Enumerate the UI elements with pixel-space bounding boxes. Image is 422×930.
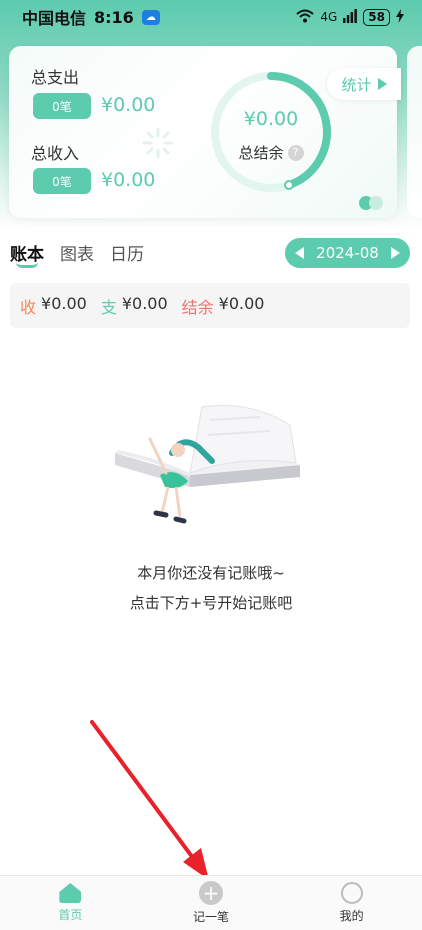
summary-card: 总支出 0笔 ¥0.00 总收入 0笔 ¥0.00 ¥0.00 总结余 ? 统计 xyxy=(9,46,401,218)
income-amount: ¥0.00 xyxy=(101,169,156,191)
month-summary-strip: 收 ¥0.00 支 ¥0.00 结余 ¥0.00 xyxy=(10,283,410,328)
total-expense-label: 总支出 xyxy=(31,68,80,87)
view-tabs: 账本 图表 日历 xyxy=(10,240,144,268)
balance-value: ¥0.00 xyxy=(218,293,265,313)
nav-profile-label: 我的 xyxy=(339,909,364,923)
nav-add-record[interactable]: + 记一笔 xyxy=(141,876,282,930)
home-icon xyxy=(59,883,82,903)
status-bar: 中国电信 8:16 ☁ 4G 58 xyxy=(0,0,422,34)
battery-level: 58 xyxy=(363,8,390,26)
next-card-peek[interactable] xyxy=(407,46,422,218)
cloud-app-icon: ☁ xyxy=(141,9,160,25)
tab-charts[interactable]: 图表 xyxy=(60,240,94,265)
network-type: 4G xyxy=(320,10,338,24)
nav-add-label: 记一笔 xyxy=(193,910,230,924)
wifi-icon xyxy=(296,9,315,26)
empty-state-illustration xyxy=(115,404,300,524)
status-right: 4G 58 xyxy=(296,8,404,26)
active-tab-indicator xyxy=(16,262,38,268)
next-month-icon[interactable] xyxy=(391,247,400,259)
balance-ring xyxy=(211,72,331,192)
nav-home-label: 首页 xyxy=(58,908,83,922)
empty-state-line2: 点击下方+号开始记账吧 xyxy=(129,594,293,612)
tab-ledger[interactable]: 账本 xyxy=(10,240,44,268)
nav-home[interactable]: 首页 xyxy=(0,876,141,930)
month-expense: 支 ¥0.00 xyxy=(101,294,168,318)
month-balance: 结余 ¥0.00 xyxy=(182,294,265,318)
income-count-badge: 0笔 xyxy=(33,168,91,194)
balance-key: 结余 xyxy=(181,297,214,317)
current-month[interactable]: 2024-08 xyxy=(316,244,379,262)
status-left: 中国电信 8:16 ☁ xyxy=(22,5,160,29)
expense-count-badge: 0笔 xyxy=(33,93,91,119)
balance-amount: ¥0.00 xyxy=(243,108,299,130)
income-key: 收 xyxy=(20,297,37,317)
profile-icon xyxy=(340,882,363,904)
tab-calendar[interactable]: 日历 xyxy=(110,240,144,265)
decorative-sparkle-icon xyxy=(142,127,174,159)
nav-profile[interactable]: 我的 xyxy=(281,876,422,930)
month-income: 收 ¥0.00 xyxy=(20,294,87,318)
signal-icon xyxy=(343,8,358,26)
total-income-label: 总收入 xyxy=(31,144,80,163)
prev-month-icon[interactable] xyxy=(295,247,304,259)
expense-amount: ¥0.00 xyxy=(101,94,156,116)
card-page-indicator[interactable] xyxy=(359,196,383,210)
bottom-navigation: 首页 + 记一笔 我的 xyxy=(0,875,422,930)
page-dot xyxy=(369,196,383,210)
month-switcher: 2024-08 xyxy=(285,238,410,268)
stats-button[interactable]: 统计 xyxy=(327,68,401,100)
stats-button-label: 统计 xyxy=(341,75,372,94)
balance-label-row: 总结余 ? xyxy=(207,142,335,163)
charging-icon xyxy=(396,8,404,26)
expense-value: ¥0.00 xyxy=(121,293,168,313)
help-icon[interactable]: ? xyxy=(287,144,304,161)
add-icon: + xyxy=(199,881,223,905)
expense-key: 支 xyxy=(100,297,117,317)
empty-state-line1: 本月你还没有记账哦~ xyxy=(137,564,285,582)
clock: 8:16 xyxy=(94,7,134,27)
income-value: ¥0.00 xyxy=(41,293,87,313)
play-icon xyxy=(377,78,387,90)
carrier-name: 中国电信 xyxy=(22,9,87,28)
balance-label: 总结余 xyxy=(238,144,284,162)
